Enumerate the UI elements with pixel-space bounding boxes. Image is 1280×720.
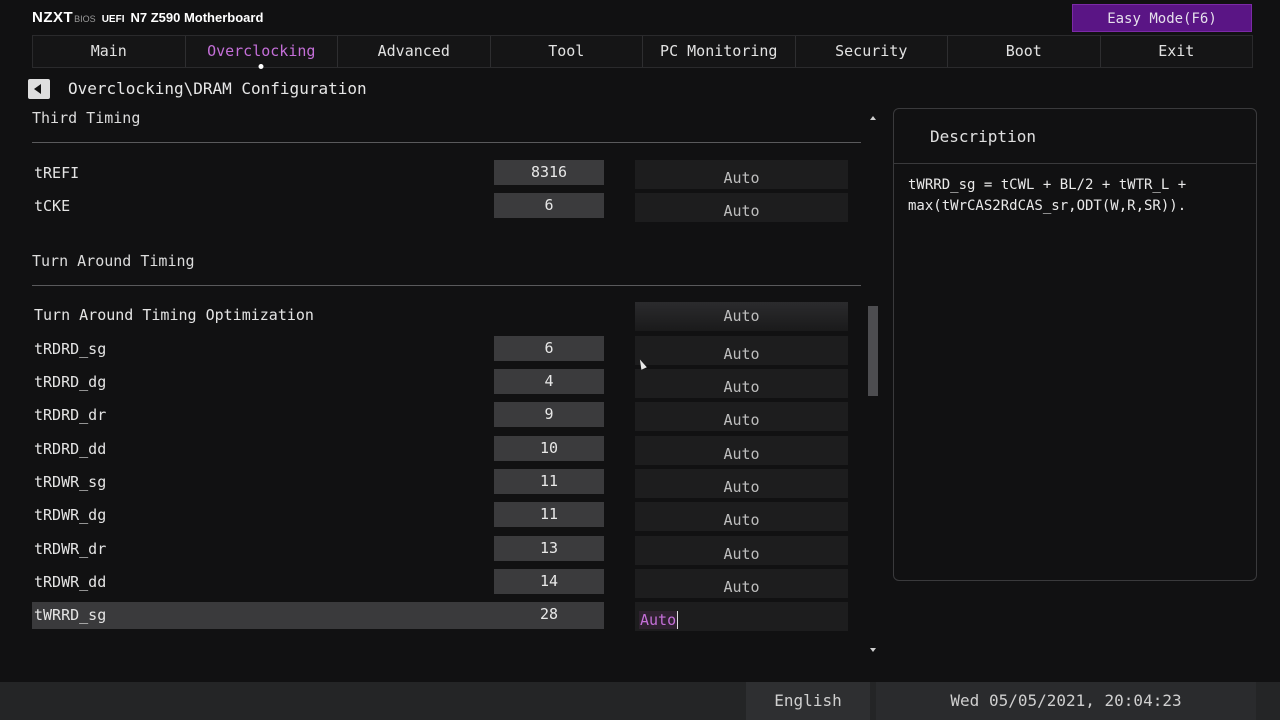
setting-row-trdwr-dg: tRDWR_dg 11 Auto <box>32 502 862 531</box>
brand-logo: NZXTBIOS UEFI N7 Z590 Motherboard <box>32 9 263 26</box>
current-value: 4 <box>494 369 604 394</box>
tab-exit[interactable]: Exit <box>1101 36 1253 67</box>
tab-boot[interactable]: Boot <box>948 36 1101 67</box>
date-time: Wed 05/05/2021, 20:04:23 <box>876 682 1256 720</box>
scrollbar-thumb[interactable] <box>868 306 878 396</box>
setting-row-trdrd-dg: tRDRD_dg 4 Auto <box>32 369 862 398</box>
setting-field[interactable]: Auto <box>635 336 848 365</box>
back-arrow-icon[interactable] <box>28 79 50 99</box>
description-panel: Description tWRRD_sg = tCWL + BL/2 + tWT… <box>893 108 1257 581</box>
setting-dropdown[interactable]: Auto <box>635 302 848 331</box>
setting-label: tRDRD_sg <box>34 340 107 358</box>
setting-row-trdwr-dr: tRDWR_dr 13 Auto <box>32 536 862 565</box>
setting-field[interactable]: Auto <box>635 436 848 465</box>
setting-label: tRDWR_dd <box>34 573 107 591</box>
setting-field[interactable]: Auto <box>635 160 848 189</box>
setting-input[interactable]: Auto <box>635 602 848 631</box>
tab-advanced[interactable]: Advanced <box>338 36 491 67</box>
scroll-up-icon[interactable] <box>870 116 876 120</box>
brand-name: NZXT <box>32 9 74 26</box>
setting-field[interactable]: Auto <box>635 502 848 531</box>
current-value: 13 <box>494 536 604 561</box>
section-turn-around-timing: Turn Around Timing <box>32 252 195 270</box>
setting-row-trdrd-dd: tRDRD_dd 10 Auto <box>32 436 862 465</box>
setting-row-tcke: tCKE 6 Auto <box>32 193 862 222</box>
main-tabs: Main Overclocking Advanced Tool PC Monit… <box>32 35 1253 68</box>
tab-tool[interactable]: Tool <box>491 36 643 67</box>
setting-row-trdwr-sg: tRDWR_sg 11 Auto <box>32 469 862 498</box>
setting-row-turn-around-optimization: Turn Around Timing Optimization Auto <box>32 302 862 331</box>
description-header: Description <box>894 109 1256 164</box>
brand-bios: BIOS <box>74 14 96 24</box>
setting-row-trdrd-dr: tRDRD_dr 9 Auto <box>32 402 862 431</box>
tab-main[interactable]: Main <box>33 36 186 67</box>
easy-mode-button[interactable]: Easy Mode(F6) <box>1072 4 1252 32</box>
setting-label: tRDRD_dr <box>34 406 107 424</box>
language-button[interactable]: English <box>746 682 870 720</box>
breadcrumb: Overclocking\DRAM Configuration <box>68 79 367 98</box>
current-value: 28 <box>539 605 559 623</box>
setting-row-trdwr-dd: tRDWR_dd 14 Auto <box>32 569 862 598</box>
setting-label: tREFI <box>34 164 80 182</box>
setting-label: tRDWR_dr <box>34 540 107 558</box>
section-third-timing: Third Timing <box>32 109 141 127</box>
setting-label: tCKE <box>34 197 71 215</box>
setting-input-text: Auto <box>639 611 679 629</box>
current-value: 11 <box>494 469 604 494</box>
scroll-down-icon[interactable] <box>870 648 876 652</box>
setting-row-trdrd-sg: tRDRD_sg 6 Auto <box>32 336 862 365</box>
current-value: 9 <box>494 402 604 427</box>
brand-uefi: UEFI <box>101 14 125 25</box>
setting-label: tWRRD_sg <box>34 606 107 624</box>
setting-field[interactable]: Auto <box>635 402 848 431</box>
setting-label: tRDRD_dg <box>34 373 107 391</box>
setting-label: tRDWR_dg <box>34 506 107 524</box>
current-value: 6 <box>494 336 604 361</box>
setting-label: Turn Around Timing Optimization <box>34 306 314 324</box>
tab-overclocking[interactable]: Overclocking <box>186 36 338 67</box>
settings-panel: Third Timing tREFI 8316 Auto tCKE 6 Auto… <box>32 108 862 656</box>
top-bar: NZXTBIOS UEFI N7 Z590 Motherboard Easy Mod… <box>0 0 1280 36</box>
setting-field[interactable]: Auto <box>635 569 848 598</box>
setting-field[interactable]: Auto <box>635 369 848 398</box>
setting-row-trefi: tREFI 8316 Auto <box>32 160 862 189</box>
current-value: 8316 <box>494 160 604 185</box>
current-value: 6 <box>494 193 604 218</box>
setting-row-twrrd-sg[interactable]: tWRRD_sg 28 Auto <box>32 602 862 631</box>
description-text: tWRRD_sg = tCWL + BL/2 + tWTR_L + max(tW… <box>908 177 1187 214</box>
setting-field[interactable]: Auto <box>635 536 848 565</box>
section-divider <box>32 285 861 286</box>
current-value: 14 <box>494 569 604 594</box>
description-title: Description <box>930 127 1036 146</box>
footer-bar: English Wed 05/05/2021, 20:04:23 <box>0 682 1280 720</box>
current-value: 10 <box>494 436 604 461</box>
setting-field[interactable]: Auto <box>635 469 848 498</box>
tab-pc-monitoring[interactable]: PC Monitoring <box>643 36 796 67</box>
scrollbar[interactable] <box>866 113 880 657</box>
motherboard-model: N7 Z590 Motherboard <box>130 10 264 25</box>
tab-security[interactable]: Security <box>796 36 948 67</box>
setting-label: tRDRD_dd <box>34 440 107 458</box>
section-divider <box>32 142 861 143</box>
setting-label: tRDWR_sg <box>34 473 107 491</box>
setting-field[interactable]: Auto <box>635 193 848 222</box>
current-value: 11 <box>494 502 604 527</box>
